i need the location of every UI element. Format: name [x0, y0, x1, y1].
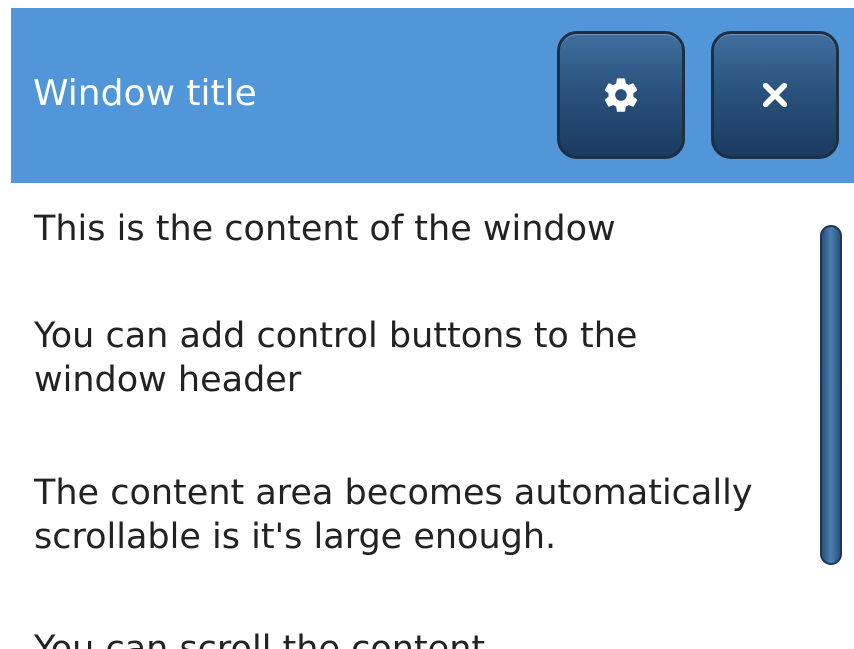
content-paragraph: The content area becomes automatically s…: [34, 473, 753, 557]
window-header: Window title: [11, 8, 854, 183]
gear-icon: [604, 78, 638, 112]
content-paragraph: You can scroll the content: [34, 629, 486, 649]
close-icon: [762, 82, 788, 108]
settings-button[interactable]: [557, 31, 685, 159]
window: Window title This is the content of the …: [11, 8, 854, 649]
window-content[interactable]: This is the content of the window You ca…: [11, 183, 854, 649]
window-title: Window title: [33, 73, 257, 114]
content-paragraph: You can add control buttons to the windo…: [34, 316, 638, 400]
content-paragraph: This is the content of the window: [34, 209, 616, 249]
vertical-scrollbar[interactable]: [820, 225, 842, 565]
close-button[interactable]: [711, 31, 839, 159]
screen: Window title This is the content of the …: [0, 0, 854, 649]
